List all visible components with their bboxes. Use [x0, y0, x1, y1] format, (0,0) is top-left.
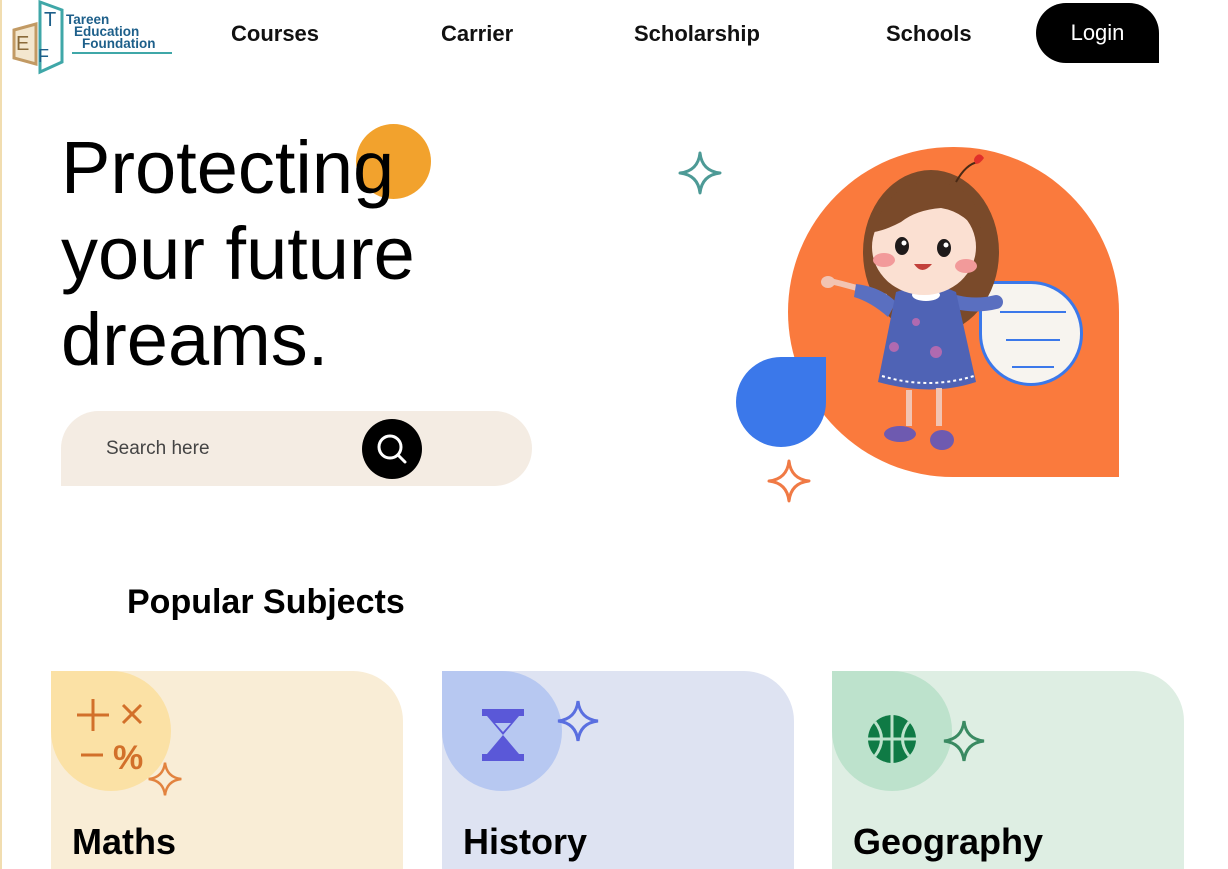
basketball-globe-icon [868, 715, 916, 763]
svg-text:%: % [113, 739, 143, 777]
hourglass-icon [482, 709, 524, 761]
hero-title-line: Protecting [61, 126, 395, 209]
nav-schools[interactable]: Schools [886, 21, 972, 47]
svg-text:F: F [38, 46, 49, 66]
section-title-popular-subjects: Popular Subjects [127, 583, 405, 621]
subject-card-geography[interactable]: Geography [832, 671, 1184, 869]
subject-card-maths[interactable]: % Maths [51, 671, 403, 869]
hero-title: Protecting your future dreams. [61, 125, 581, 383]
hero-illustration-blue-shape [736, 357, 826, 447]
math-symbols-icon: % [77, 699, 143, 777]
brand-logo[interactable]: T E F Tareen Education Foundation [8, 0, 172, 76]
subject-card-title: History [463, 821, 588, 862]
girl-character-illustration [821, 154, 1003, 450]
etf-logo-icon: T E F [12, 0, 64, 75]
brand-underline [72, 52, 172, 54]
sparkle-icon [767, 459, 811, 503]
nav-courses[interactable]: Courses [231, 21, 319, 47]
hero-title-line: dreams. [61, 298, 329, 381]
svg-text:T: T [44, 9, 56, 31]
nav-carrier[interactable]: Carrier [441, 21, 513, 47]
subject-card-title: Maths [72, 821, 177, 862]
page-left-border [0, 0, 2, 869]
search-button[interactable] [362, 419, 422, 479]
search-bar [61, 411, 532, 486]
hero-title-line: your future [61, 212, 415, 295]
svg-text:E: E [16, 33, 29, 55]
sparkle-icon [678, 151, 722, 195]
sparkle-icon [148, 762, 182, 796]
search-input[interactable] [106, 435, 386, 463]
subject-card-title: Geography [853, 821, 1044, 862]
subject-card-history[interactable]: History [442, 671, 794, 869]
brand-name-line: Foundation [82, 36, 156, 51]
search-icon [377, 434, 407, 464]
sparkle-icon [557, 700, 599, 742]
nav-scholarship[interactable]: Scholarship [634, 21, 760, 47]
brand-name: Tareen Education Foundation [66, 13, 156, 51]
login-button[interactable]: Login [1036, 3, 1159, 63]
sparkle-icon [943, 720, 985, 762]
